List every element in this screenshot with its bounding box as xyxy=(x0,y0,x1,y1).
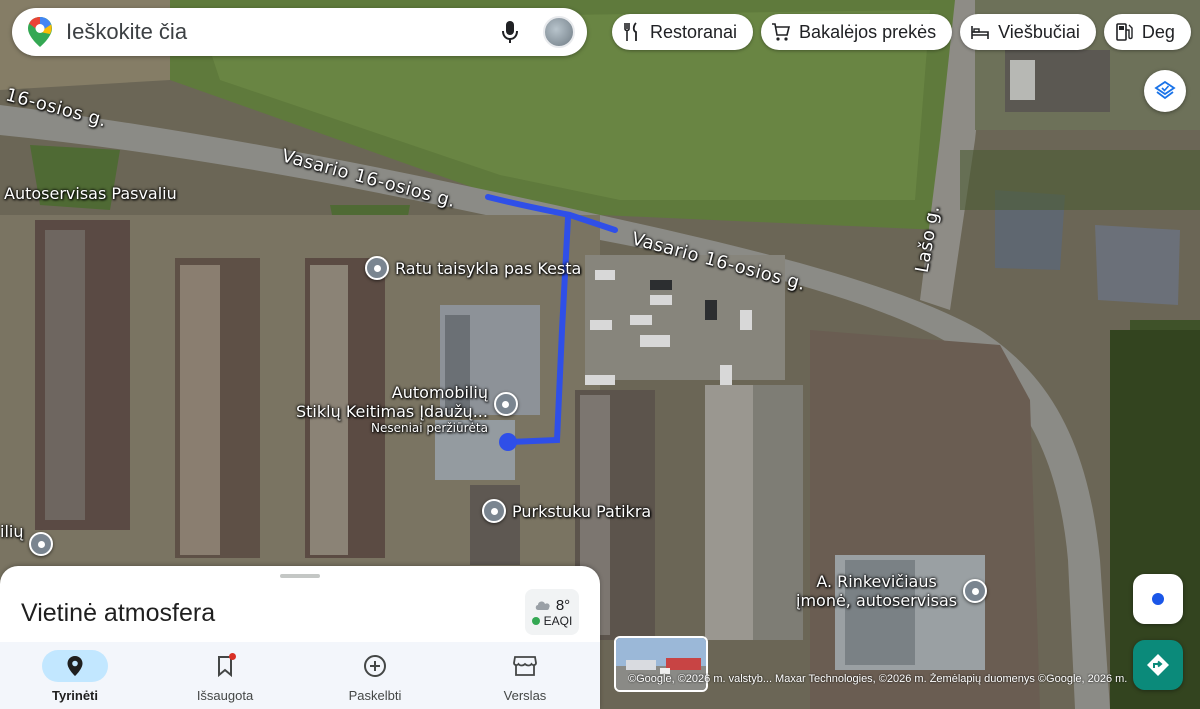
nav-label: Išsaugota xyxy=(196,688,254,703)
poi-label-line1: A. Rinkevičiaus xyxy=(816,572,937,591)
nav-tab-saved[interactable]: Išsaugota xyxy=(150,642,300,709)
poi-rinkeviciaus[interactable]: A. Rinkevičiaus įmonė, autoservisas xyxy=(796,572,988,611)
weather-widget[interactable]: 8° EAQI xyxy=(525,589,579,635)
layers-button[interactable] xyxy=(1144,70,1186,112)
chip-restoranai[interactable]: Restoranai xyxy=(612,14,754,50)
chip-degalines[interactable]: Deg xyxy=(1103,14,1191,50)
place-pin-icon xyxy=(963,579,988,604)
weather-temperature: 8° xyxy=(555,596,571,614)
nav-tab-business[interactable]: Verslas xyxy=(450,642,600,709)
google-maps-logo-icon xyxy=(28,17,52,47)
poi-stiklu-keitimas[interactable]: Automobilių Stiklų Keitimas Įdaužų... Ne… xyxy=(296,383,518,436)
place-pin-icon xyxy=(365,256,389,280)
chip-label: Restoranai xyxy=(650,21,738,42)
storefront-icon xyxy=(513,656,537,676)
shopping-cart-icon xyxy=(772,23,791,41)
poi-purkstuku-patikra[interactable]: Purkstuku Patikra xyxy=(482,499,651,523)
poi-label: Autoservisas Pasvaliu xyxy=(4,184,177,203)
explore-pin-icon xyxy=(67,656,83,676)
sheet-title: Vietinė atmosfera xyxy=(21,599,216,627)
chip-label: Bakalėjos prekės xyxy=(799,21,937,42)
chip-viesbuciai[interactable]: Viešbučiai xyxy=(960,14,1096,50)
cloud-icon xyxy=(535,601,550,610)
nav-tab-explore[interactable]: Tyrinėti xyxy=(0,642,150,709)
my-location-button[interactable] xyxy=(1133,574,1183,624)
nav-icon-wrap xyxy=(42,650,108,682)
nav-label: Verslas xyxy=(503,688,547,703)
fuel-icon xyxy=(1116,23,1133,41)
poi-label: Purkstuku Patikra xyxy=(512,501,652,521)
poi-partial-left-pin[interactable] xyxy=(29,532,53,556)
poi-partial-left[interactable]: ilių xyxy=(0,522,23,541)
poi-recently-viewed: Neseniai peržiūrėta xyxy=(370,421,488,436)
nav-icon-wrap xyxy=(342,650,408,682)
notification-dot xyxy=(229,653,236,660)
chip-label: Deg xyxy=(1141,21,1175,42)
poi-label: ilių xyxy=(0,522,24,541)
air-quality-label: EAQI xyxy=(543,613,573,628)
nav-tab-contribute[interactable]: Paskelbti xyxy=(300,642,450,709)
drag-handle[interactable] xyxy=(280,574,320,578)
bottom-navigation: Tyrinėti Išsaugota Paskelbti Verslas xyxy=(0,642,600,709)
air-quality-dot-icon xyxy=(531,616,540,625)
layers-icon xyxy=(1154,80,1176,100)
my-location-icon xyxy=(1152,593,1164,605)
poi-label-line2: Stiklų Keitimas Įdaužų... xyxy=(296,402,488,422)
poi-ratu-taisykla[interactable]: Ratu taisykla pas Kesta xyxy=(365,256,581,280)
nav-label: Paskelbti xyxy=(348,688,402,703)
search-input[interactable] xyxy=(66,19,495,45)
poi-autoservisas[interactable]: Autoservisas Pasvaliu xyxy=(4,184,177,203)
chip-bakalejos[interactable]: Bakalėjos prekės xyxy=(761,14,953,50)
place-pin-icon xyxy=(482,499,506,523)
nav-label: Tyrinėti xyxy=(52,688,98,703)
fork-knife-icon xyxy=(624,22,637,41)
map-attribution: ©Google, ©2026 m. valstyb... Maxar Techn… xyxy=(628,673,1128,685)
search-bar[interactable] xyxy=(12,8,587,56)
bed-icon xyxy=(971,26,989,39)
poi-label-line1: Automobilių xyxy=(391,383,488,402)
nav-icon-wrap xyxy=(192,650,258,682)
place-pin-icon xyxy=(493,392,518,417)
microphone-icon[interactable] xyxy=(495,17,525,47)
category-chips: Restoranai Bakalėjos prekės Viešbučiai D… xyxy=(612,14,1191,50)
poi-label-line2: įmonė, autoservisas xyxy=(796,591,958,611)
chip-label: Viešbučiai xyxy=(998,21,1080,42)
add-circle-icon xyxy=(364,655,386,677)
nav-icon-wrap xyxy=(492,650,558,682)
profile-avatar[interactable] xyxy=(543,16,575,48)
place-pin-icon xyxy=(29,532,53,556)
poi-label: Ratu taisykla pas Kesta xyxy=(395,258,582,278)
